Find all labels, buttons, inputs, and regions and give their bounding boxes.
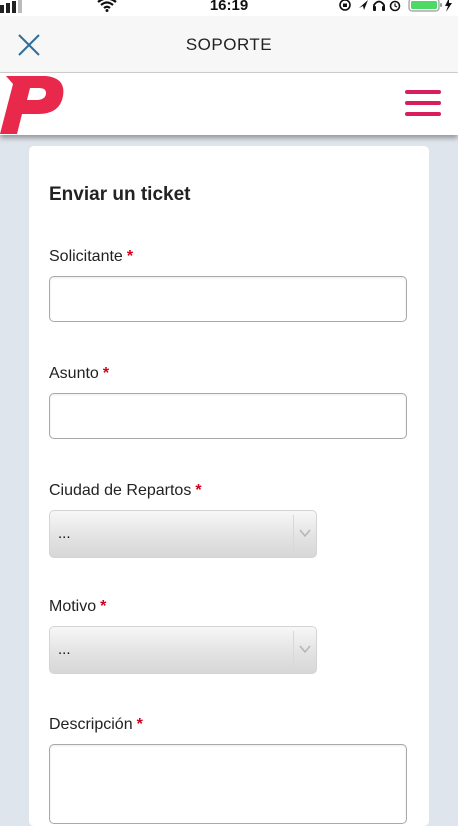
solicitante-input[interactable]: [49, 276, 407, 322]
select-divider: [293, 515, 294, 553]
battery-charging-icon: [408, 0, 452, 12]
form-title: Enviar un ticket: [49, 184, 191, 205]
asunto-input[interactable]: [49, 393, 407, 439]
required-marker: *: [195, 482, 202, 499]
required-marker: *: [100, 598, 107, 615]
nav-bar: SOPORTE: [0, 16, 458, 73]
field-label-text: Solicitante: [49, 248, 123, 265]
solicitante-label: Solicitante *: [49, 248, 133, 266]
motivo-label: Motivo *: [49, 598, 106, 616]
status-icons: [339, 0, 401, 12]
orientation-lock-icon: [339, 0, 351, 11]
location-arrow-icon: [359, 0, 368, 10]
required-marker: *: [102, 365, 110, 382]
required-marker: *: [126, 248, 134, 265]
field-label-text: Motivo: [49, 598, 97, 615]
field-label-text: Asunto: [49, 365, 99, 382]
nav-title: SOPORTE: [185, 35, 273, 54]
ticket-form-card: Enviar un ticket Solicitante * Asunto * Ci…: [29, 146, 429, 826]
motivo-select[interactable]: ...: [49, 626, 317, 674]
motivo-select-value: ...: [58, 641, 71, 658]
brand-logo[interactable]: [0, 76, 66, 134]
required-marker: *: [136, 716, 143, 733]
field-label-text: Ciudad de Repartos: [49, 482, 192, 499]
app-header: [0, 73, 458, 135]
field-label-text: Descripción: [49, 716, 133, 733]
status-bar: 16:19: [0, 0, 458, 16]
asunto-label: Asunto *: [49, 365, 109, 383]
descripcion-label: Descripción *: [49, 716, 143, 734]
descripcion-textarea[interactable]: [49, 744, 407, 824]
chevron-down-icon: [299, 645, 311, 654]
hamburger-menu-icon[interactable]: [405, 89, 443, 119]
select-divider: [293, 631, 294, 669]
chevron-down-icon: [299, 529, 311, 538]
ciudad-select[interactable]: ...: [49, 510, 317, 558]
ciudad-select-value: ...: [58, 525, 71, 542]
alarm-icon: [389, 0, 401, 12]
ciudad-label: Ciudad de Repartos *: [49, 482, 202, 500]
headphones-icon: [373, 0, 385, 11]
